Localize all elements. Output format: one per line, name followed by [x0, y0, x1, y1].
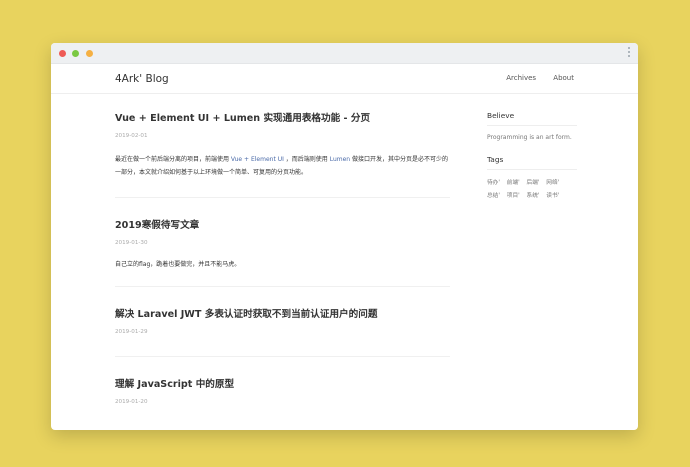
post-item: 理解 JavaScript 中的原型 2019-01-20 — [115, 376, 450, 405]
post-item: 解决 Laravel JWT 多表认证时获取不到当前认证用户的问题 2019-0… — [115, 306, 450, 335]
kebab-menu-icon[interactable] — [628, 47, 631, 59]
site-navbar: 4Ark' Blog Archives About — [51, 64, 638, 94]
post-title[interactable]: 理解 JavaScript 中的原型 — [115, 376, 450, 390]
post-date: 2019-02-01 — [115, 133, 148, 139]
excerpt-link-vue-element[interactable]: Vue + Element UI — [231, 156, 284, 163]
sidebar: Believe Programming is an art form. Tags… — [487, 111, 577, 203]
tag-link[interactable]: 待办' — [487, 177, 500, 190]
post-date: 2019-01-29 — [115, 328, 148, 335]
minimize-window-button[interactable] — [72, 50, 79, 57]
excerpt-link-lumen[interactable]: Lumen — [330, 156, 350, 163]
post-list: Vue + Element UI + Lumen 实现通用表格功能 - 分页 2… — [115, 110, 450, 405]
tag-link[interactable]: 项目' — [507, 190, 520, 203]
post-excerpt: 最近在做一个前后端分离的项目，前端使用 Vue + Element UI ，而后… — [115, 154, 450, 179]
post-date: 2019-01-30 — [115, 240, 148, 246]
post-item: 2019寒假待写文章 2019-01-30 自己立的flag，跪着也要做完，并且… — [115, 217, 450, 272]
tag-row: 待办' 前端' 后端' 网络' — [487, 177, 577, 190]
tag-link[interactable]: 总结' — [487, 190, 500, 203]
post-excerpt: 自己立的flag，跪着也要做完，并且不能马虎。 — [115, 261, 241, 268]
tag-link[interactable]: 读书' — [546, 190, 559, 203]
tag-link[interactable]: 后端' — [527, 177, 540, 190]
believe-text: Programming is an art form. — [487, 134, 572, 141]
believe-heading: Believe — [487, 111, 515, 120]
nav-link-about[interactable]: About — [553, 74, 574, 82]
post-title[interactable]: Vue + Element UI + Lumen 实现通用表格功能 - 分页 — [115, 110, 450, 124]
window-titlebar — [51, 43, 638, 64]
sidebar-divider — [487, 125, 577, 126]
tag-link[interactable]: 系统' — [527, 190, 540, 203]
post-title[interactable]: 解决 Laravel JWT 多表认证时获取不到当前认证用户的问题 — [115, 306, 450, 320]
tag-row: 总结' 项目' 系统' 读书' — [487, 190, 577, 203]
tags-heading: Tags — [487, 155, 504, 164]
tag-link[interactable]: 前端' — [507, 177, 520, 190]
post-item: Vue + Element UI + Lumen 实现通用表格功能 - 分页 2… — [115, 110, 450, 179]
excerpt-text: 最近在做一个前后端分离的项目，前端使用 — [115, 156, 231, 163]
post-divider — [115, 355, 450, 357]
post-divider — [115, 285, 450, 287]
post-divider — [115, 197, 450, 198]
tag-link[interactable]: 网络' — [546, 177, 559, 190]
tag-cloud: 待办' 前端' 后端' 网络' 总结' 项目' 系统' 读书' — [487, 177, 577, 203]
sidebar-divider — [487, 169, 577, 170]
post-title[interactable]: 2019寒假待写文章 — [115, 217, 450, 231]
browser-window: 4Ark' Blog Archives About Vue + Element … — [51, 43, 638, 430]
maximize-window-button[interactable] — [86, 50, 93, 57]
post-date: 2019-01-20 — [115, 398, 148, 405]
nav-links: Archives About — [491, 74, 574, 82]
excerpt-text: ，而后端则使用 — [283, 156, 330, 163]
nav-link-archives[interactable]: Archives — [506, 74, 536, 82]
close-window-button[interactable] — [59, 50, 66, 57]
site-brand[interactable]: 4Ark' Blog — [115, 73, 169, 85]
